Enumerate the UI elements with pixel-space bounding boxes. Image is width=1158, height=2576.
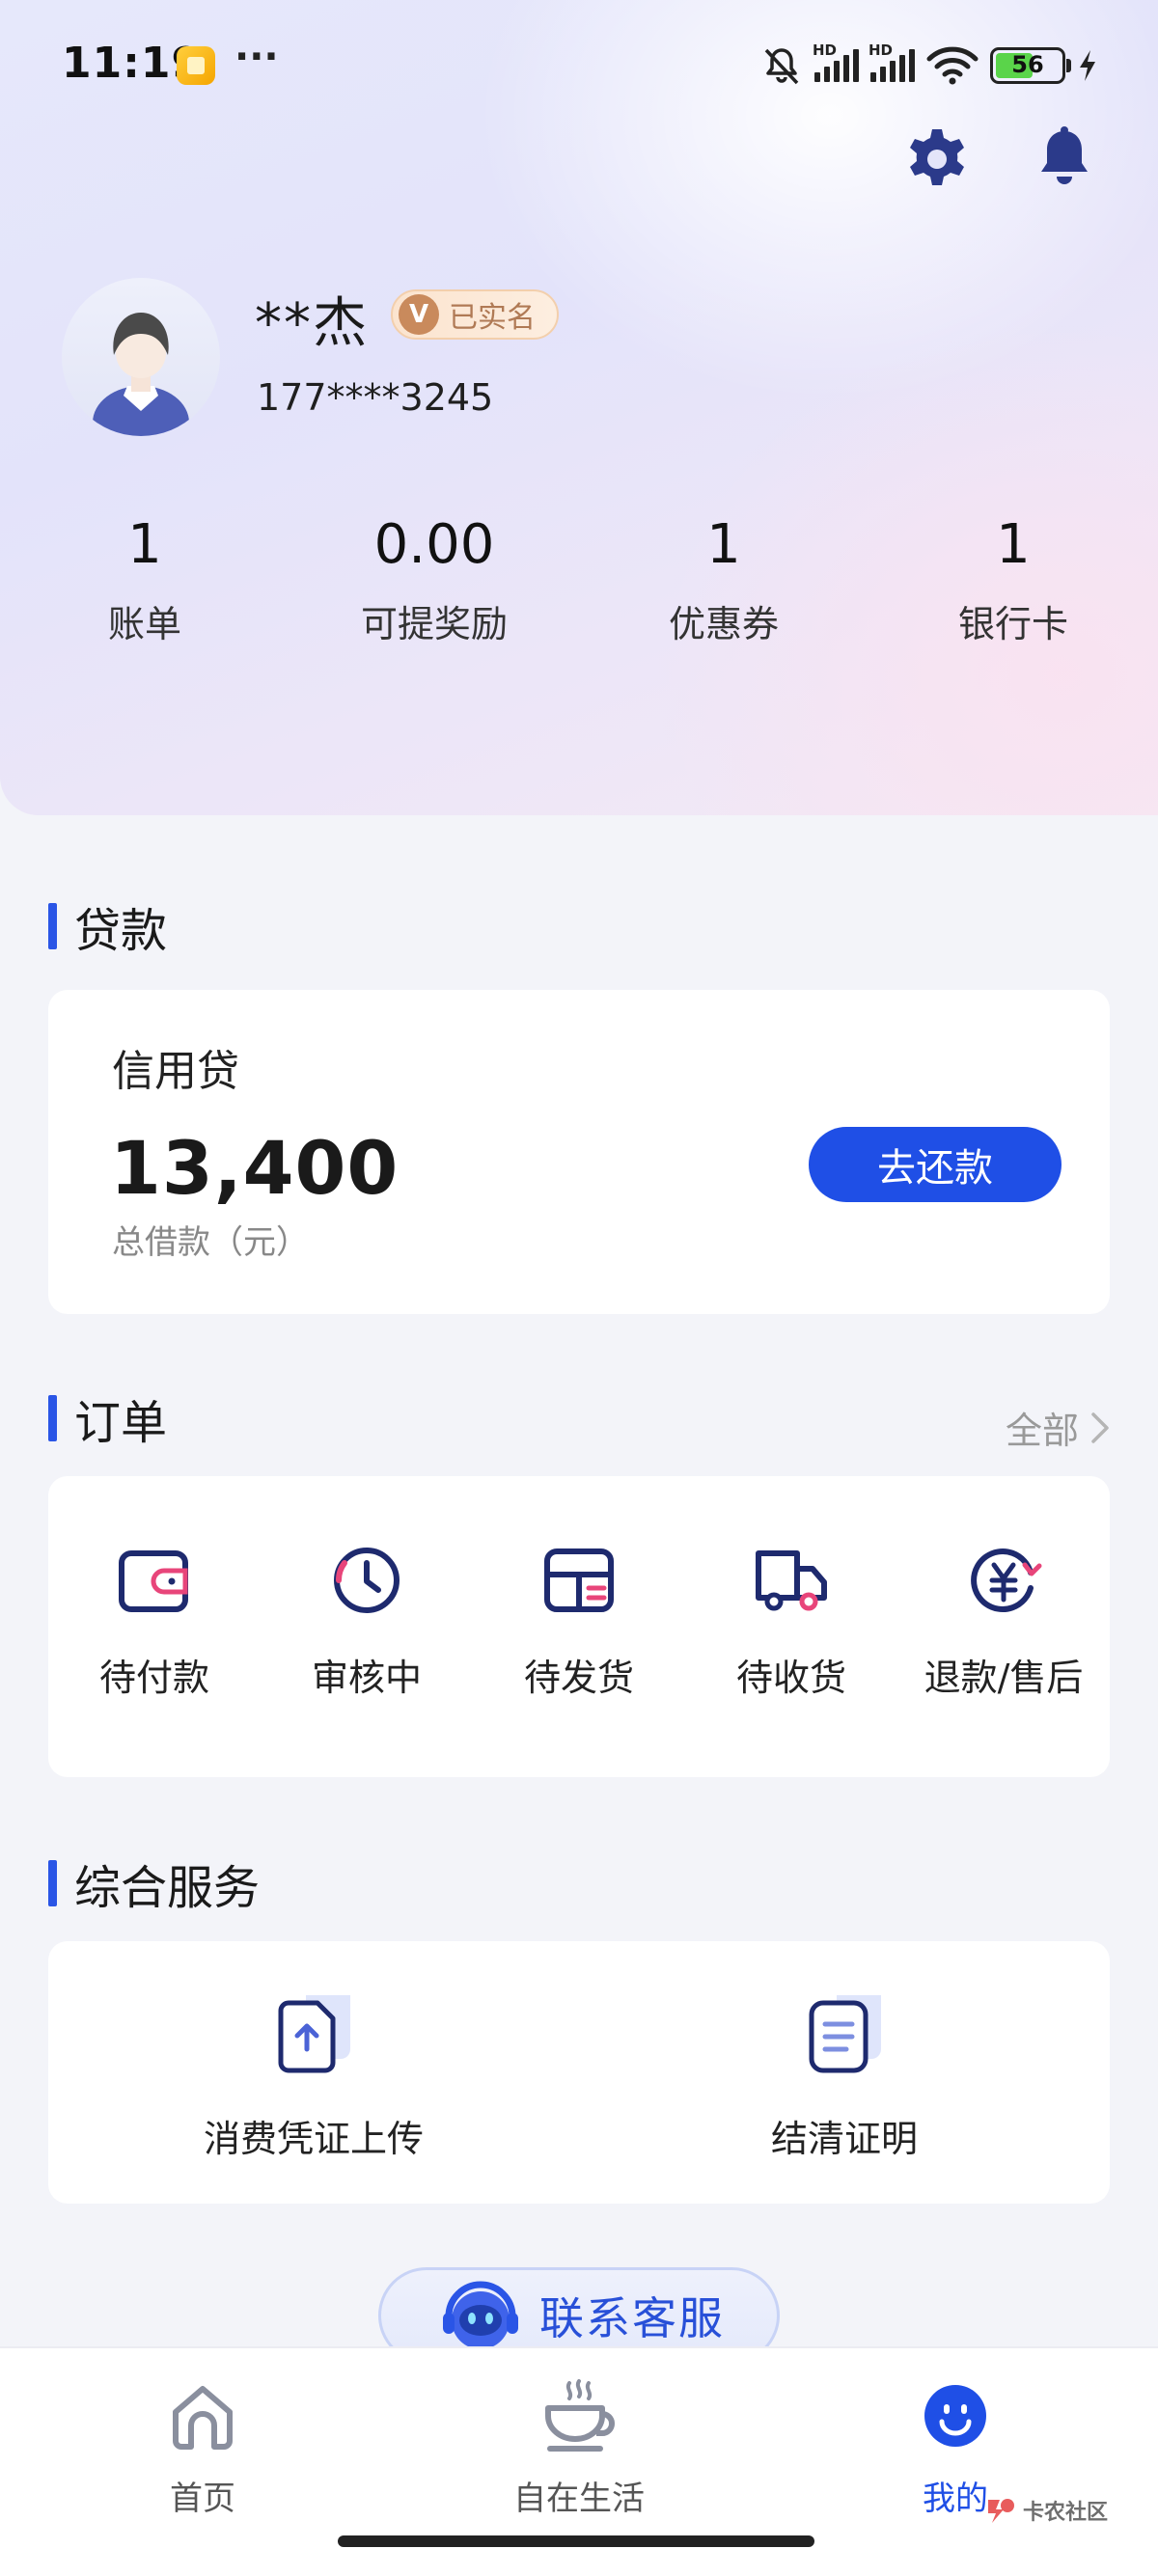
signal-icon: HD: [813, 41, 859, 82]
loan-section-title: 贷款: [48, 892, 167, 960]
contact-service-label: 联系客服: [539, 2292, 725, 2344]
stat-value: 1: [127, 513, 162, 576]
nav-label: 我的: [923, 2480, 988, 2518]
package-icon: [544, 1548, 614, 1612]
certificate-document-icon: [809, 1995, 881, 2073]
loan-product-name: 信用贷: [112, 1047, 239, 1096]
order-pending-payment[interactable]: 待付款: [48, 1476, 261, 1777]
stat-value: 1: [996, 513, 1031, 576]
status-bar: 11:19 ··· HD HD 56: [0, 0, 1158, 130]
stat-bills[interactable]: 1 账单: [0, 511, 290, 647]
stat-rewards[interactable]: 0.00 可提奖励: [290, 511, 579, 647]
upload-document-icon: [278, 1995, 350, 2073]
user-name: **杰: [255, 292, 369, 355]
stat-label: 账单: [107, 603, 181, 645]
order-label: 待付款: [98, 1657, 209, 1699]
verified-v-icon: V: [399, 294, 439, 335]
order-refund-aftersale[interactable]: 退款/售后: [897, 1476, 1110, 1777]
watermark-text: 卡农社区: [1023, 2501, 1109, 2525]
avatar[interactable]: [62, 278, 220, 436]
home-icon: [173, 2386, 233, 2450]
status-more-icon: ···: [234, 35, 279, 79]
wallet-icon: [119, 1550, 188, 1612]
all-label: 全部: [1005, 1410, 1079, 1452]
nav-label: 自在生活: [513, 2480, 645, 2518]
home-indicator[interactable]: [338, 2535, 814, 2547]
status-indicators: HD HD 56: [760, 41, 1098, 89]
nav-life[interactable]: 自在生活: [463, 2377, 695, 2519]
user-phone: 177****3245: [257, 376, 494, 419]
smiley-icon: [924, 2385, 986, 2447]
services-card: 消费凭证上传 结清证明: [48, 1941, 1110, 2204]
loan-amount: 13,400: [110, 1125, 400, 1211]
order-pending-shipment[interactable]: 待发货: [473, 1476, 685, 1777]
stats-row: 1 账单 0.00 可提奖励 1 优惠券 1 银行卡: [0, 511, 1158, 656]
order-pending-receipt[interactable]: 待收货: [685, 1476, 897, 1777]
orders-card: 待付款 审核中 待发货 待收货 退款/售后: [48, 1476, 1110, 1777]
stat-bank-cards[interactable]: 1 银行卡: [868, 511, 1158, 647]
signal-icon-2: HD: [868, 41, 915, 82]
loan-card[interactable]: 信用贷 13,400 总借款（元） 去还款: [48, 990, 1110, 1314]
verified-label: 已实名: [449, 301, 536, 335]
coffee-cup-icon: [545, 2379, 615, 2452]
order-label: 待收货: [735, 1657, 846, 1699]
nav-label: 首页: [170, 2480, 235, 2518]
notes-app-icon: [177, 46, 215, 85]
order-label: 待发货: [523, 1657, 634, 1699]
watermark: 卡农社区: [984, 2494, 1108, 2527]
order-label: 审核中: [311, 1657, 422, 1699]
service-upload-voucher[interactable]: 消费凭证上传: [48, 1941, 579, 2204]
order-label: 退款/售后: [924, 1657, 1084, 1699]
orders-section-title: 订单: [48, 1384, 167, 1452]
nav-home[interactable]: 首页: [87, 2377, 318, 2519]
battery-icon: 56: [990, 47, 1071, 84]
charging-icon: [1080, 50, 1095, 81]
verified-badge: V 已实名: [391, 289, 559, 340]
notification-bell-icon[interactable]: [1031, 125, 1098, 193]
orders-all-link[interactable]: 全部: [1006, 1401, 1110, 1454]
stat-value: 0.00: [373, 513, 495, 576]
service-label: 结清证明: [770, 2118, 918, 2160]
repay-button[interactable]: 去还款: [809, 1127, 1062, 1202]
stat-label: 优惠券: [668, 603, 779, 645]
battery-level: 56: [1011, 51, 1044, 78]
mute-bell-icon: [764, 48, 799, 85]
customer-service-robot-icon: [443, 2281, 518, 2349]
service-label: 消费凭证上传: [203, 2118, 424, 2160]
clock-icon: [334, 1548, 400, 1613]
order-under-review[interactable]: 审核中: [261, 1476, 473, 1777]
stat-value: 1: [706, 513, 741, 576]
services-section-title: 综合服务: [48, 1850, 260, 1917]
watermark-logo-icon: [988, 2499, 1014, 2523]
settings-gear-icon[interactable]: [903, 125, 971, 193]
stat-label: 银行卡: [957, 603, 1068, 645]
loan-amount-label: 总借款（元）: [112, 1223, 309, 1262]
refund-icon: [971, 1548, 1042, 1612]
stat-label: 可提奖励: [360, 603, 508, 645]
stat-coupons[interactable]: 1 优惠券: [579, 511, 868, 647]
header-actions: [903, 125, 1098, 193]
truck-icon: [756, 1550, 827, 1611]
chevron-right-icon: [1091, 1411, 1109, 1443]
service-settlement-proof[interactable]: 结清证明: [579, 1941, 1110, 2204]
wifi-icon: [926, 46, 979, 85]
